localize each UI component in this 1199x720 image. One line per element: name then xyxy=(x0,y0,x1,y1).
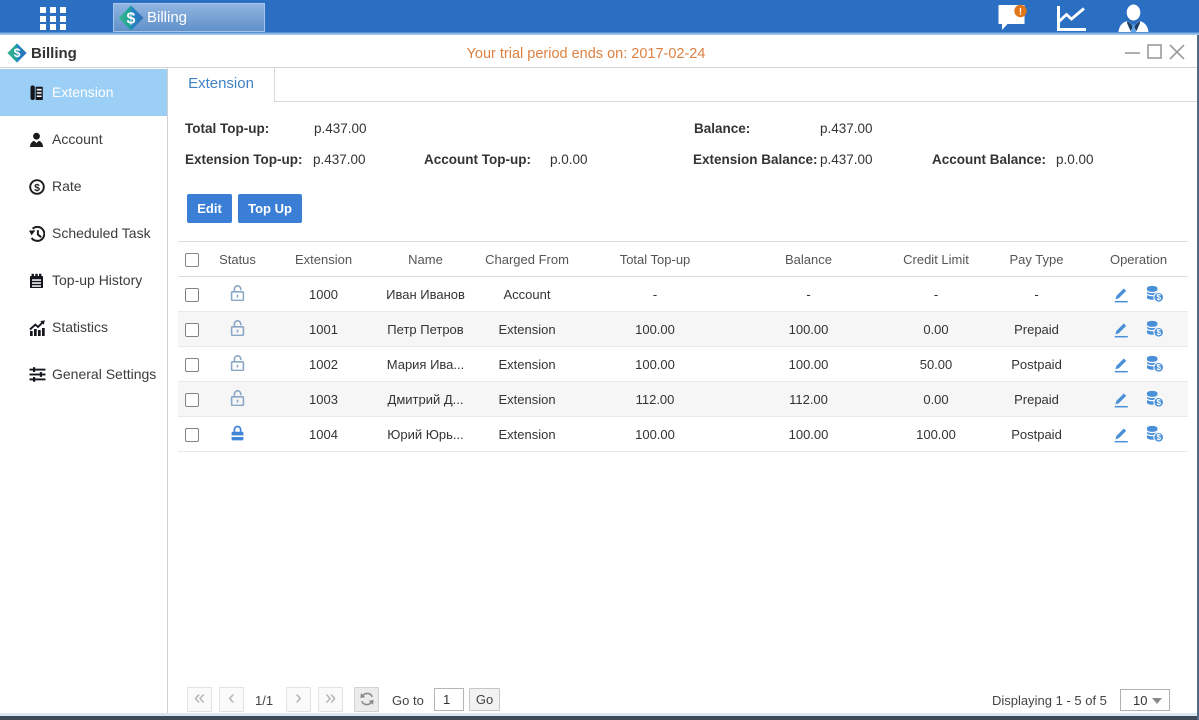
svg-text:$: $ xyxy=(34,182,40,194)
svg-text:!: ! xyxy=(1019,6,1022,17)
svg-text:$: $ xyxy=(127,11,136,28)
